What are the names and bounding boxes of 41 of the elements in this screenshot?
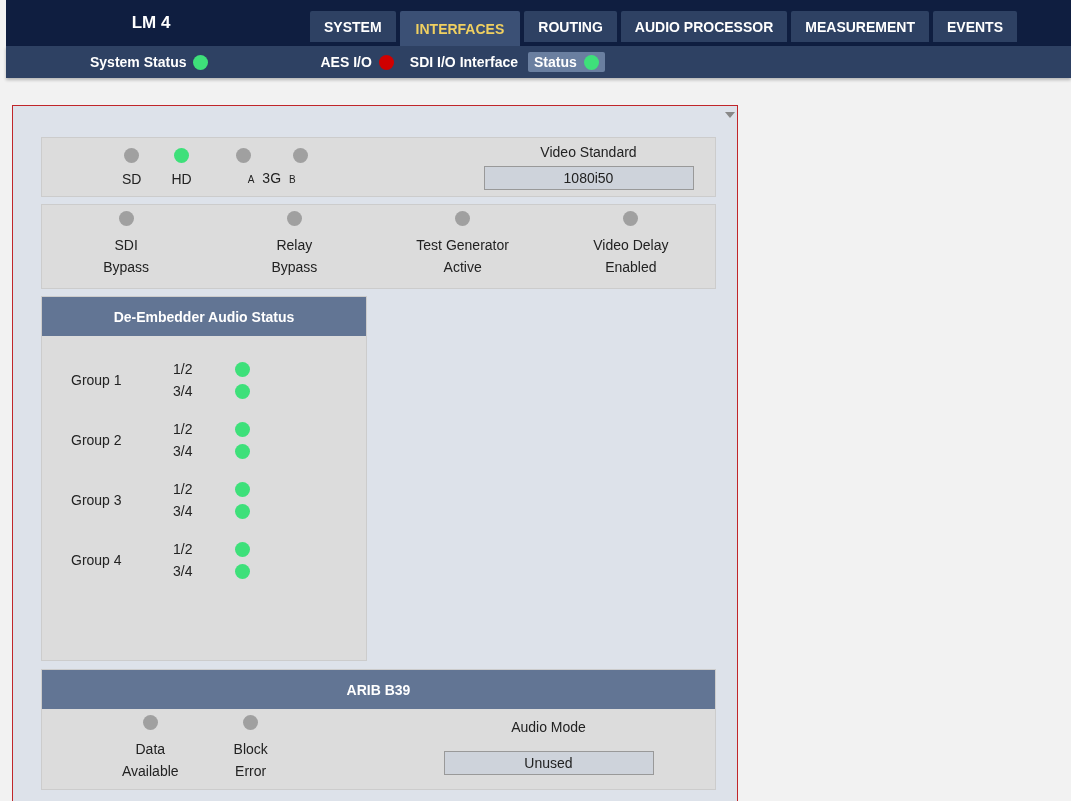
pair-label: 3/4 <box>173 443 194 459</box>
device-title: LM 4 <box>130 12 172 34</box>
audio-mode-field: Unused <box>443 751 654 775</box>
format-label: SD <box>122 171 142 187</box>
group-label: Group 3 <box>71 492 123 508</box>
link-label: B <box>289 174 296 185</box>
video-standard-field: 1080i50 <box>483 166 694 190</box>
group-label: Group 4 <box>71 552 123 568</box>
status-button[interactable]: Status <box>528 52 605 72</box>
caret-icon <box>725 112 735 118</box>
group-label: Group 2 <box>71 432 123 448</box>
status-item[interactable]: AES I/O <box>314 52 400 72</box>
status-item[interactable]: System Status <box>84 52 215 72</box>
flag-label: Video Delay Enabled <box>593 236 669 277</box>
format-label: HD <box>171 171 192 187</box>
flag-label: Block Error <box>233 740 268 781</box>
pair-label: 3/4 <box>173 563 194 579</box>
nav-tab[interactable]: EVENTS <box>932 11 1017 42</box>
nav-tab[interactable]: AUDIO PROCESSOR <box>620 11 788 42</box>
pair-label: 1/2 <box>173 481 194 497</box>
nav-tab[interactable]: MEASUREMENT <box>791 11 929 42</box>
section-header: ARIB B39 <box>42 670 715 709</box>
nav-tab[interactable]: ROUTING <box>524 11 617 42</box>
status-item[interactable]: SDI I/O Interface <box>403 52 524 72</box>
pair-label: 3/4 <box>173 503 194 519</box>
field-label: Video Standard <box>540 144 637 160</box>
nav-tab[interactable]: INTERFACES <box>399 11 521 46</box>
pair-label: 1/2 <box>173 541 194 557</box>
field-label: Audio Mode <box>511 719 586 735</box>
group-label: Group 1 <box>71 372 123 388</box>
flag-label: Data Available <box>122 740 179 781</box>
flag-label: Test Generator Active <box>416 236 509 277</box>
format-label: 3G <box>262 170 282 186</box>
flag-label: SDI Bypass <box>103 236 150 277</box>
pair-label: 1/2 <box>173 361 194 377</box>
pair-label: 1/2 <box>173 421 194 437</box>
flag-label: Relay Bypass <box>271 236 318 277</box>
section-header: De-Embedder Audio Status <box>42 297 366 336</box>
link-label: A <box>247 174 255 185</box>
pair-label: 3/4 <box>173 383 194 399</box>
nav-tab[interactable]: SYSTEM <box>310 11 396 42</box>
